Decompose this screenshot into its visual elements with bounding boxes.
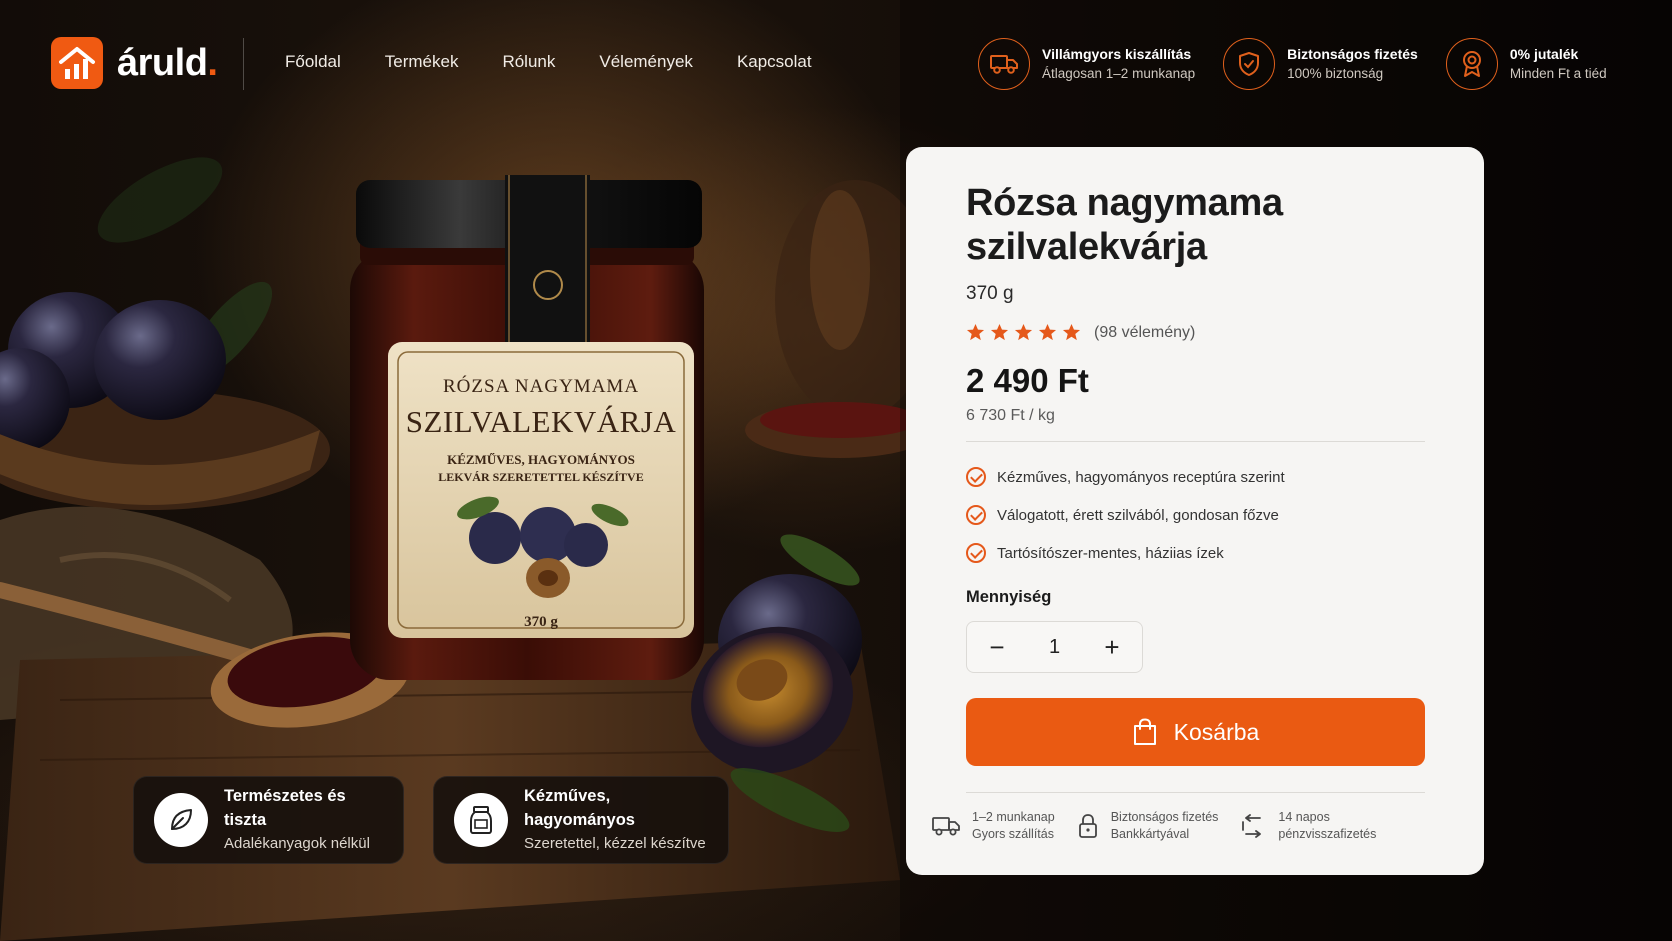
decrease-quantity-button[interactable]: − — [987, 634, 1007, 660]
badge-commission-title: 0% jutalék — [1509, 46, 1579, 62]
quantity-value[interactable]: 1 — [1049, 636, 1060, 659]
nav-item-products[interactable]: Termékek — [385, 52, 459, 72]
badge-payment-sub: 100% biztonság — [1287, 66, 1384, 81]
main-nav: Főoldal Termékek Rólunk Vélemények Kapcs… — [285, 52, 856, 72]
logo-mark-icon — [51, 37, 103, 89]
star-icon — [1062, 323, 1081, 341]
leaf-icon — [154, 793, 208, 847]
check-circle-icon — [966, 543, 986, 563]
info-payment-line2: Bankkártyával — [1110, 827, 1190, 841]
product-weight: 370 g — [966, 283, 1014, 304]
return-icon — [1242, 814, 1262, 838]
product-card: Rózsa nagymama szilvalekvárja 370 g (98 … — [906, 147, 1484, 875]
product-rating[interactable]: (98 vélemény) — [966, 323, 1195, 342]
badge-payment-title: Biztonságos fizetés — [1287, 46, 1418, 62]
star-icon — [1014, 323, 1033, 341]
jar-label: RÓZSA NAGYMAMA SZILVALEKVÁRJA KÉZMŰVES, … — [388, 376, 694, 485]
star-icon — [966, 323, 985, 341]
truck-icon — [932, 817, 960, 836]
jar-label-line2: SZILVALEKVÁRJA — [405, 404, 677, 439]
product-title: Rózsa nagymama szilvalekvárja — [966, 182, 1283, 268]
lock-icon — [1078, 814, 1097, 838]
star-icon — [1038, 323, 1057, 341]
feature-pill-natural: Természetes és tiszta Adalékanyagok nélk… — [133, 776, 404, 864]
check-circle-icon — [966, 505, 986, 525]
shopping-bag-icon — [1133, 718, 1156, 745]
site-header: áruld. Főoldal Termékek Rólunk Véleménye… — [0, 0, 1672, 130]
review-count[interactable]: (98 vélemény) — [1094, 324, 1195, 342]
info-refund: 14 napos pénzvisszafizetés — [1240, 809, 1376, 843]
add-to-cart-label: Kosárba — [1173, 718, 1260, 745]
badge-shipping: Villámgyors kiszállítás Átlagosan 1–2 mu… — [978, 38, 1195, 90]
pill-handmade-sub: Szeretettel, kézzel készítve — [524, 835, 706, 852]
jar-label-line3: KÉZMŰVES, HAGYOMÁNYOS — [447, 452, 635, 467]
feature-item: Válogatott, érett szilvából, gondosan fő… — [966, 505, 1279, 525]
badge-commission: 0% jutalék Minden Ft a tiéd — [1445, 38, 1607, 90]
info-refund-line2: pénzvisszafizetés — [1278, 827, 1377, 841]
pill-handmade-title: Kézműves, hagyományos — [524, 787, 635, 829]
trust-badges: Villámgyors kiszállítás Átlagosan 1–2 mu… — [978, 38, 1635, 90]
quantity-stepper: − 1 + — [966, 621, 1143, 673]
service-info-row: 1–2 munkanap Gyors szállítás Biztonságos … — [932, 809, 1472, 843]
star-icon — [990, 323, 1009, 341]
badge-commission-sub: Minden Ft a tiéd — [1509, 66, 1607, 81]
info-shipping: 1–2 munkanap Gyors szállítás — [932, 809, 1055, 843]
header-divider — [243, 38, 244, 90]
nav-item-reviews[interactable]: Vélemények — [599, 52, 693, 72]
jar-label-line1: RÓZSA NAGYMAMA — [442, 376, 640, 397]
brand-logo[interactable]: áruld. — [51, 37, 218, 89]
pill-natural-title: Természetes és tiszta — [224, 787, 346, 829]
check-circle-icon — [966, 467, 986, 487]
nav-item-home[interactable]: Főoldal — [285, 52, 341, 72]
jar-label-weight: 370 g — [524, 614, 558, 630]
info-shipping-line1: 1–2 munkanap — [972, 810, 1055, 824]
brand-dot: . — [207, 41, 218, 84]
info-payment: Biztonságos fizetés Bankkártyával — [1077, 809, 1219, 843]
badge-shipping-title: Villámgyors kiszállítás — [1042, 46, 1192, 62]
jar-icon — [454, 793, 508, 847]
feature-text: Tartósítószer-mentes, háziias ízek — [997, 544, 1224, 562]
info-payment-line1: Biztonságos fizetés — [1110, 810, 1219, 824]
increase-quantity-button[interactable]: + — [1102, 634, 1122, 660]
badge-payment: Biztonságos fizetés 100% biztonság — [1223, 38, 1418, 90]
add-to-cart-button[interactable]: Kosárba — [966, 698, 1425, 766]
feature-text: Válogatott, érett szilvából, gondosan fő… — [997, 506, 1279, 524]
badge-shipping-sub: Átlagosan 1–2 munkanap — [1042, 66, 1196, 81]
feature-item: Tartósítószer-mentes, háziias ízek — [966, 543, 1224, 563]
pill-natural-sub: Adalékanyagok nélkül — [224, 835, 370, 852]
jar-label-line4: LEKVÁR SZERETETTEL KÉSZÍTVE — [438, 470, 644, 484]
feature-pill-handmade: Kézműves, hagyományos Szeretettel, kézze… — [433, 776, 729, 864]
unit-price: 6 730 Ft / kg — [966, 407, 1055, 424]
card-divider — [966, 441, 1425, 442]
nav-item-about[interactable]: Rólunk — [502, 52, 555, 72]
truck-icon — [978, 38, 1030, 90]
card-divider — [966, 792, 1425, 793]
quantity-label: Mennyiség — [966, 588, 1052, 606]
brand-name: áruld. — [117, 41, 218, 84]
info-refund-line1: 14 napos — [1278, 810, 1330, 824]
feature-item: Kézműves, hagyományos receptúra szerint — [966, 467, 1285, 487]
shield-check-icon — [1223, 38, 1276, 90]
info-shipping-line2: Gyors szállítás — [972, 827, 1054, 841]
feature-text: Kézműves, hagyományos receptúra szerint — [997, 468, 1285, 486]
award-icon — [1445, 38, 1498, 90]
nav-item-contact[interactable]: Kapcsolat — [737, 52, 812, 72]
product-price: 2 490 Ft — [966, 362, 1089, 399]
